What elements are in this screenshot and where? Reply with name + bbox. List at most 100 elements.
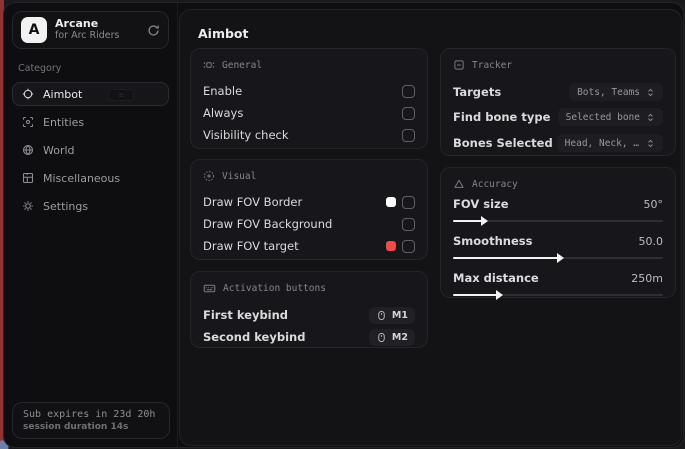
- mouse-icon: [376, 332, 387, 343]
- card-tracker: Tracker Targets Bots, Teams Find bone ty…: [440, 48, 676, 156]
- visibility-check-checkbox[interactable]: [402, 129, 415, 142]
- sidebar-item-miscellaneous[interactable]: Miscellaneous: [12, 166, 169, 190]
- scan-icon: [22, 116, 34, 128]
- sidebar-item-label: World: [43, 144, 75, 157]
- subscription-card: Sub expires in 23d 20h session duration …: [12, 402, 170, 439]
- crosshair-icon: [22, 88, 34, 100]
- slider-thumb[interactable]: [481, 216, 488, 226]
- session-duration-text: session duration 14s: [23, 422, 159, 432]
- setting-label: Max distance: [453, 271, 539, 285]
- item-badge: ≡: [108, 89, 134, 101]
- slider-value: 50°: [644, 198, 664, 211]
- sidebar-item-label: Entities: [43, 116, 84, 129]
- fov-border-color-swatch[interactable]: [386, 197, 396, 207]
- setting-label: Smoothness: [453, 234, 532, 248]
- brand-name: Arcane: [55, 18, 139, 31]
- max-distance-slider[interactable]: [453, 294, 663, 296]
- mouse-icon: [376, 310, 387, 321]
- setting-row: Targets Bots, Teams: [453, 80, 663, 104]
- draw-fov-background-checkbox[interactable]: [402, 218, 415, 231]
- setting-row: Bones Selected Head, Neck, Body, Fe...: [453, 130, 663, 156]
- slider-value: 250m: [631, 272, 663, 285]
- second-keybind-button[interactable]: M2: [369, 329, 415, 346]
- visual-icon: [203, 170, 215, 182]
- card-title: Accuracy: [472, 179, 518, 190]
- setting-label: First keybind: [203, 308, 288, 322]
- setting-label: FOV size: [453, 197, 509, 211]
- fov-target-color-swatch[interactable]: [386, 241, 396, 251]
- setting-label: Enable: [203, 84, 242, 98]
- unfold-icon: [646, 139, 655, 148]
- sidebar-item-aimbot[interactable]: Aimbot ≡: [12, 82, 169, 106]
- general-icon: [203, 59, 215, 71]
- first-keybind-button[interactable]: M1: [369, 307, 415, 324]
- draw-fov-border-checkbox[interactable]: [402, 196, 415, 209]
- find-bone-type-dropdown[interactable]: Selected bone: [558, 108, 663, 126]
- card-accuracy: Accuracy FOV size 50° Smoothness 50.0: [440, 167, 676, 298]
- draw-fov-target-checkbox[interactable]: [402, 240, 415, 253]
- card-general: General Enable Always Visibility check: [190, 48, 428, 149]
- setting-label: Draw FOV target: [203, 239, 299, 253]
- sidebar-item-label: Settings: [43, 200, 88, 213]
- card-title: Activation buttons: [223, 283, 326, 294]
- setting-row: Find bone type Selected bone: [453, 104, 663, 130]
- setting-row: Always: [203, 102, 415, 124]
- app-window: A Arcane for Arc Riders Category Aimbot: [3, 2, 684, 448]
- slider-group: FOV size 50°: [453, 195, 663, 222]
- setting-row: Second keybind M2: [203, 326, 415, 348]
- accuracy-icon: [453, 178, 465, 190]
- slider-thumb[interactable]: [557, 253, 564, 263]
- keybind-value: M1: [392, 310, 408, 321]
- setting-label: Second keybind: [203, 330, 305, 344]
- sidebar-item-world[interactable]: World: [12, 138, 169, 162]
- main-panel: Aimbot General Enable Always: [179, 9, 682, 446]
- globe-icon: [22, 144, 34, 156]
- brand-logo: A: [21, 17, 47, 43]
- category-nav: Aimbot ≡ Entities World: [12, 82, 169, 218]
- bones-selected-dropdown[interactable]: Head, Neck, Body, Fe...: [557, 134, 663, 152]
- sidebar: A Arcane for Arc Riders Category Aimbot: [4, 3, 178, 447]
- slider-group: Smoothness 50.0: [453, 232, 663, 259]
- setting-row: First keybind M1: [203, 304, 415, 326]
- unfold-icon: [646, 88, 655, 97]
- setting-row: Visibility check: [203, 124, 415, 146]
- setting-label: Draw FOV Border: [203, 195, 302, 209]
- card-title: Tracker: [472, 60, 512, 71]
- card-title: General: [222, 60, 262, 71]
- desktop: { "sidebar": { "brand": { "logo_letter":…: [0, 0, 685, 449]
- sidebar-item-label: Aimbot: [43, 88, 82, 101]
- enable-checkbox[interactable]: [402, 85, 415, 98]
- slider-thumb[interactable]: [496, 290, 503, 300]
- setting-row: Draw FOV Background: [203, 213, 415, 235]
- smoothness-slider[interactable]: [453, 257, 663, 259]
- always-checkbox[interactable]: [402, 107, 415, 120]
- keyboard-icon: [203, 282, 216, 295]
- setting-label: Visibility check: [203, 128, 289, 142]
- brand-card: A Arcane for Arc Riders: [12, 11, 169, 49]
- dropdown-value: Selected bone: [566, 112, 640, 123]
- dropdown-value: Bots, Teams: [577, 87, 640, 98]
- setting-label: Targets: [453, 85, 501, 99]
- sub-expires-text: Sub expires in 23d 20h: [23, 409, 159, 420]
- setting-label: Always: [203, 106, 243, 120]
- setting-label: Find bone type: [453, 110, 550, 124]
- card-visual: Visual Draw FOV Border Draw FOV Backgrou…: [190, 159, 428, 260]
- fov-size-slider[interactable]: [453, 220, 663, 222]
- card-activation-buttons: Activation buttons First keybind M1 Seco…: [190, 271, 428, 348]
- sidebar-item-settings[interactable]: Settings: [12, 194, 169, 218]
- page-title: Aimbot: [198, 26, 249, 41]
- setting-row: Draw FOV target: [203, 235, 415, 257]
- sidebar-item-label: Miscellaneous: [43, 172, 120, 185]
- brand-subtitle: for Arc Riders: [55, 31, 139, 42]
- slider-value: 50.0: [639, 235, 664, 248]
- setting-label: Bones Selected: [453, 136, 553, 150]
- grid-icon: [22, 172, 34, 184]
- setting-label: Draw FOV Background: [203, 217, 332, 231]
- sidebar-item-entities[interactable]: Entities: [12, 110, 169, 134]
- refresh-icon[interactable]: [147, 24, 160, 37]
- tracker-icon: [453, 59, 465, 71]
- slider-group: Max distance 250m: [453, 269, 663, 296]
- targets-dropdown[interactable]: Bots, Teams: [569, 83, 663, 101]
- category-label: Category: [18, 63, 165, 74]
- gear-icon: [22, 200, 34, 212]
